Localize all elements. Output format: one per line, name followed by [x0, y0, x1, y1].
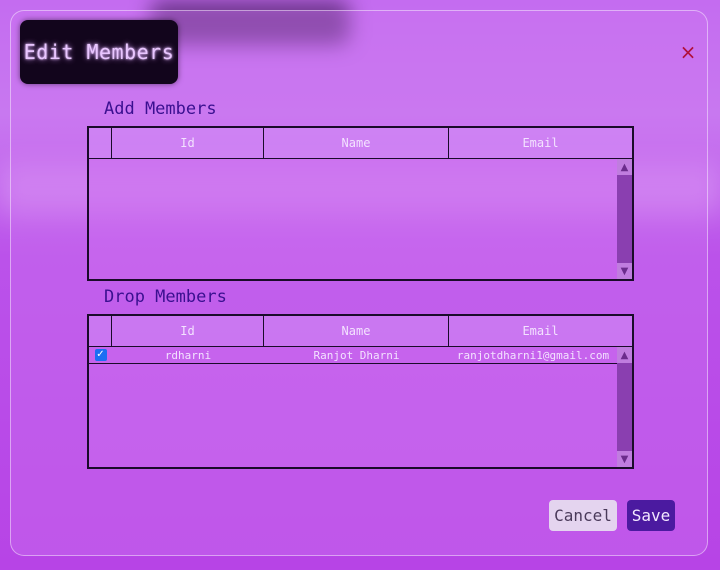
row-email: ranjotdharni1@gmail.com — [456, 348, 610, 362]
header-email[interactable]: Email — [449, 316, 632, 346]
checkbox-checked-icon[interactable]: ✓ — [94, 349, 107, 361]
header-name[interactable]: Name — [264, 316, 449, 346]
table-body: ▲ ▼ — [89, 159, 632, 279]
dialog-title-badge: Edit Members — [20, 20, 178, 84]
add-members-label: Add Members — [104, 99, 217, 119]
table-body: ✓ rdharni Ranjot Dharni ranjotdharni1@gm… — [89, 347, 632, 467]
scroll-down-icon[interactable]: ▼ — [617, 263, 632, 279]
add-members-table: Id Name Email ▲ ▼ — [87, 126, 634, 281]
header-id[interactable]: Id — [112, 316, 264, 346]
scrollbar[interactable]: ▲ ▼ — [617, 347, 632, 467]
header-select — [89, 128, 112, 158]
header-email[interactable]: Email — [449, 128, 632, 158]
scrollbar[interactable]: ▲ ▼ — [617, 159, 632, 279]
cancel-button[interactable]: Cancel — [549, 500, 617, 531]
drop-members-label: Drop Members — [104, 287, 227, 307]
header-id[interactable]: Id — [112, 128, 264, 158]
drop-members-table: Id Name Email ✓ rdharni Ranjot Dharni ra… — [87, 314, 634, 469]
scroll-up-icon[interactable]: ▲ — [617, 159, 632, 175]
header-name[interactable]: Name — [264, 128, 449, 158]
table-row[interactable]: ✓ rdharni Ranjot Dharni ranjotdharni1@gm… — [89, 347, 617, 364]
row-id: rdharni — [164, 348, 212, 362]
row-name: Ranjot Dharni — [313, 348, 400, 362]
row-select-cell[interactable]: ✓ — [89, 349, 112, 361]
scroll-up-icon[interactable]: ▲ — [617, 347, 632, 363]
header-select — [89, 316, 112, 346]
table-header: Id Name Email — [89, 128, 632, 159]
save-button[interactable]: Save — [627, 500, 675, 531]
scroll-down-icon[interactable]: ▼ — [617, 451, 632, 467]
table-header: Id Name Email — [89, 316, 632, 347]
close-icon[interactable]: × — [678, 40, 698, 64]
dialog-title: Edit Members — [23, 40, 175, 64]
edit-members-dialog — [10, 10, 708, 556]
